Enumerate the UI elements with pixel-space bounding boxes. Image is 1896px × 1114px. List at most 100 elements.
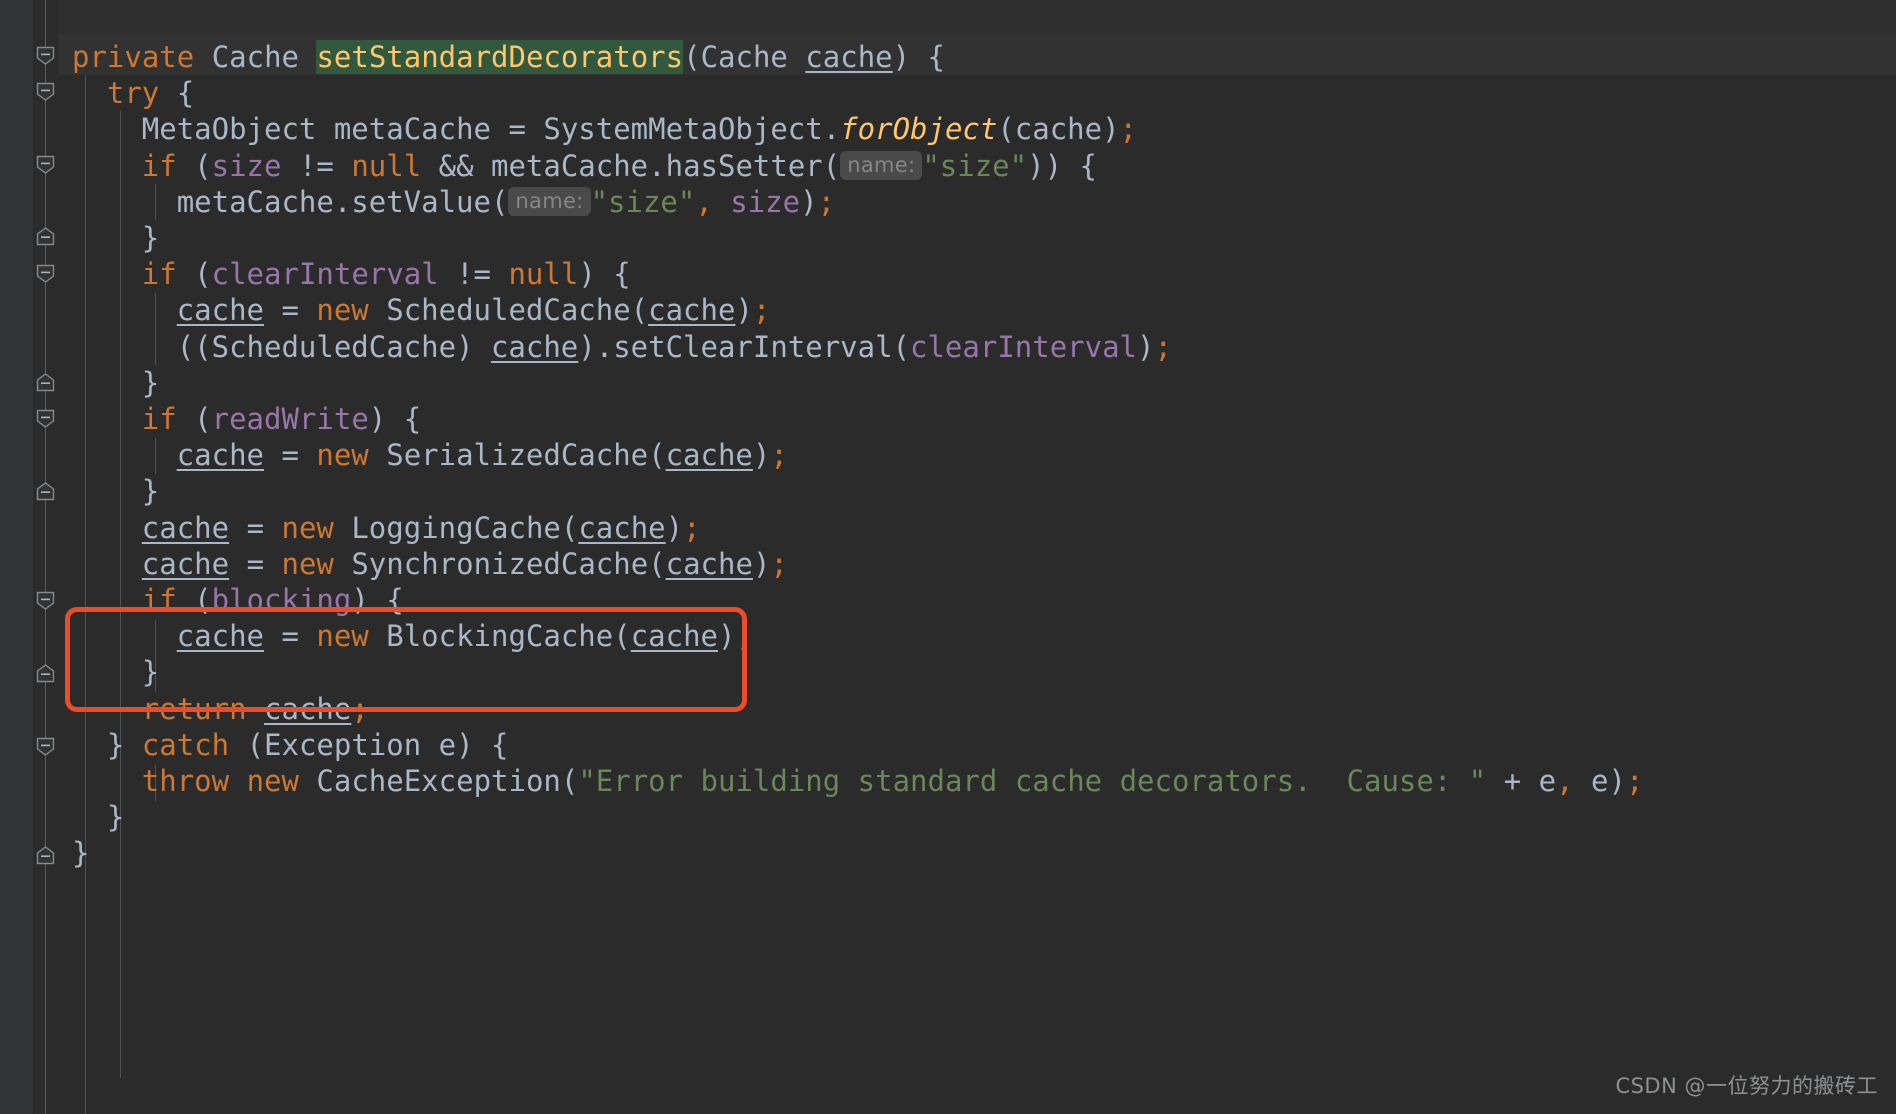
code-text-area[interactable]: private Cache setStandardDecorators(Cach…	[58, 0, 1896, 1114]
code-line[interactable]: }	[72, 835, 89, 871]
code-token-pun: (	[176, 148, 212, 183]
code-line[interactable]: try {	[107, 75, 194, 111]
code-token-pun: }	[106, 800, 125, 835]
code-token-pun: (	[176, 402, 212, 436]
code-token-kw: try	[106, 76, 160, 111]
code-line[interactable]: }	[142, 473, 159, 509]
code-line[interactable]: }	[142, 220, 159, 256]
code-token-id: metaCache.setValue(	[176, 184, 509, 219]
code-line[interactable]: }	[142, 654, 159, 690]
code-token-kw: null	[508, 257, 579, 292]
code-token-pun: (	[176, 583, 212, 617]
code-line[interactable]: private Cache setStandardDecorators(Cach…	[72, 39, 945, 75]
code-token-semi: ;	[683, 510, 701, 545]
code-token-pun: )	[752, 438, 771, 473]
code-token-hint: name:	[508, 186, 591, 216]
fold-end-icon[interactable]	[36, 846, 55, 865]
code-token-pun: =	[229, 510, 282, 545]
fold-start-icon[interactable]	[36, 46, 55, 65]
code-token-str: "size"	[922, 148, 1028, 183]
code-token-kw: if	[141, 257, 177, 292]
code-token-var-u: cache	[630, 619, 718, 654]
fold-start-icon[interactable]	[36, 155, 55, 174]
code-line[interactable]: if (blocking) {	[142, 582, 404, 618]
fold-end-icon[interactable]	[36, 373, 55, 392]
code-token-pun: }	[141, 365, 160, 400]
code-token-pun: )	[735, 293, 753, 328]
code-token-var-u: cache	[176, 293, 264, 328]
code-line[interactable]: }	[107, 799, 124, 835]
code-line[interactable]: throw new CacheException("Error building…	[142, 763, 1644, 799]
code-token-pun: )	[665, 510, 684, 545]
code-token-pun: )	[752, 546, 771, 581]
fold-start-icon[interactable]	[36, 591, 55, 610]
fold-start-icon[interactable]	[36, 409, 55, 428]
code-token-hl-usage: setStandardDecorators	[316, 40, 684, 74]
editor-gutter[interactable]	[0, 0, 34, 1114]
code-token-kw: if	[141, 583, 177, 617]
code-line[interactable]: metaCache.setValue(name: "size", size);	[177, 184, 835, 220]
code-token-id: LoggingCache(	[333, 510, 579, 545]
code-token-id: (Exception e) {	[229, 727, 509, 762]
code-line[interactable]: cache = new BlockingCache(cache);	[177, 618, 753, 654]
code-token-id: (cache)	[997, 112, 1120, 147]
code-token-fld: clearInterval	[211, 257, 439, 292]
code-token-id: ScheduledCache(	[368, 293, 649, 328]
code-line[interactable]: cache = new LoggingCache(cache);	[142, 510, 701, 546]
code-token-pun: !=	[438, 257, 509, 292]
code-token-pun: )	[800, 184, 818, 219]
code-token-fld: readWrite	[211, 402, 369, 436]
code-token-kw: private	[72, 40, 212, 74]
code-token-pun: )) {	[1027, 148, 1097, 183]
code-line[interactable]: cache = new ScheduledCache(cache);	[177, 292, 771, 328]
code-token-var-u: cache	[176, 438, 264, 473]
code-token-semi: ;	[1119, 112, 1138, 147]
code-line[interactable]: }	[142, 365, 159, 401]
code-line[interactable]: cache = new SynchronizedCache(cache);	[142, 546, 788, 582]
code-token-pun: }	[106, 727, 142, 762]
code-token-semi: ;	[770, 438, 788, 473]
code-token-stat: forObject	[840, 112, 998, 147]
fold-start-icon[interactable]	[36, 82, 55, 101]
code-line[interactable]: ((ScheduledCache) cache).setClearInterva…	[177, 329, 1172, 365]
code-token-var-u: cache	[648, 293, 736, 328]
code-token-kw: new	[316, 293, 369, 328]
code-token-var-u: cache	[490, 329, 579, 364]
code-line[interactable]: MetaObject metaCache = SystemMetaObject.…	[142, 111, 1137, 147]
code-token-fld: blocking	[211, 583, 352, 617]
code-line[interactable]: if (size != null && metaCache.hasSetter(…	[142, 148, 1097, 184]
code-token-hint: name:	[840, 150, 923, 180]
code-token-pun: ) {	[578, 257, 631, 292]
code-token-kw: if	[141, 148, 177, 183]
code-token-semi: ,	[1556, 764, 1574, 798]
code-line[interactable]: cache = new SerializedCache(cache);	[177, 437, 788, 473]
fold-start-icon[interactable]	[36, 737, 55, 756]
code-line[interactable]: } catch (Exception e) {	[107, 727, 509, 763]
code-line[interactable]: return cache;	[142, 691, 369, 727]
code-token-id: CacheException(	[298, 764, 579, 798]
code-token-pun	[713, 185, 730, 219]
fold-end-icon[interactable]	[36, 227, 55, 246]
code-token-var-u: cache	[578, 510, 666, 545]
code-token-fld: size	[730, 184, 801, 219]
code-token-var-u: cache	[264, 691, 352, 726]
code-token-id: BlockingCache(	[368, 619, 631, 654]
code-token-pun: )	[1137, 329, 1155, 364]
code-token-kw: catch	[141, 727, 230, 762]
code-token-var-u: cache	[665, 438, 753, 473]
fold-start-icon[interactable]	[36, 264, 55, 283]
code-token-kw: new	[281, 546, 334, 581]
code-token-str: "Error building standard cache decorator…	[578, 764, 1487, 798]
code-token-semi: ;	[1625, 764, 1644, 798]
code-line[interactable]: if (clearInterval != null) {	[142, 256, 631, 292]
fold-end-icon[interactable]	[36, 664, 55, 683]
code-token-kw: new	[316, 438, 369, 473]
code-editor[interactable]: private Cache setStandardDecorators(Cach…	[0, 0, 1896, 1114]
code-token-id: SerializedCache(	[368, 438, 666, 473]
fold-end-icon[interactable]	[36, 482, 55, 501]
code-token-kw: new	[281, 510, 334, 545]
code-token-id: MetaObject metaCache = SystemMetaObject.	[141, 112, 841, 147]
code-token-pun: !=	[281, 148, 352, 183]
code-token-id: + e	[1486, 764, 1557, 798]
code-line[interactable]: if (readWrite) {	[142, 401, 421, 437]
